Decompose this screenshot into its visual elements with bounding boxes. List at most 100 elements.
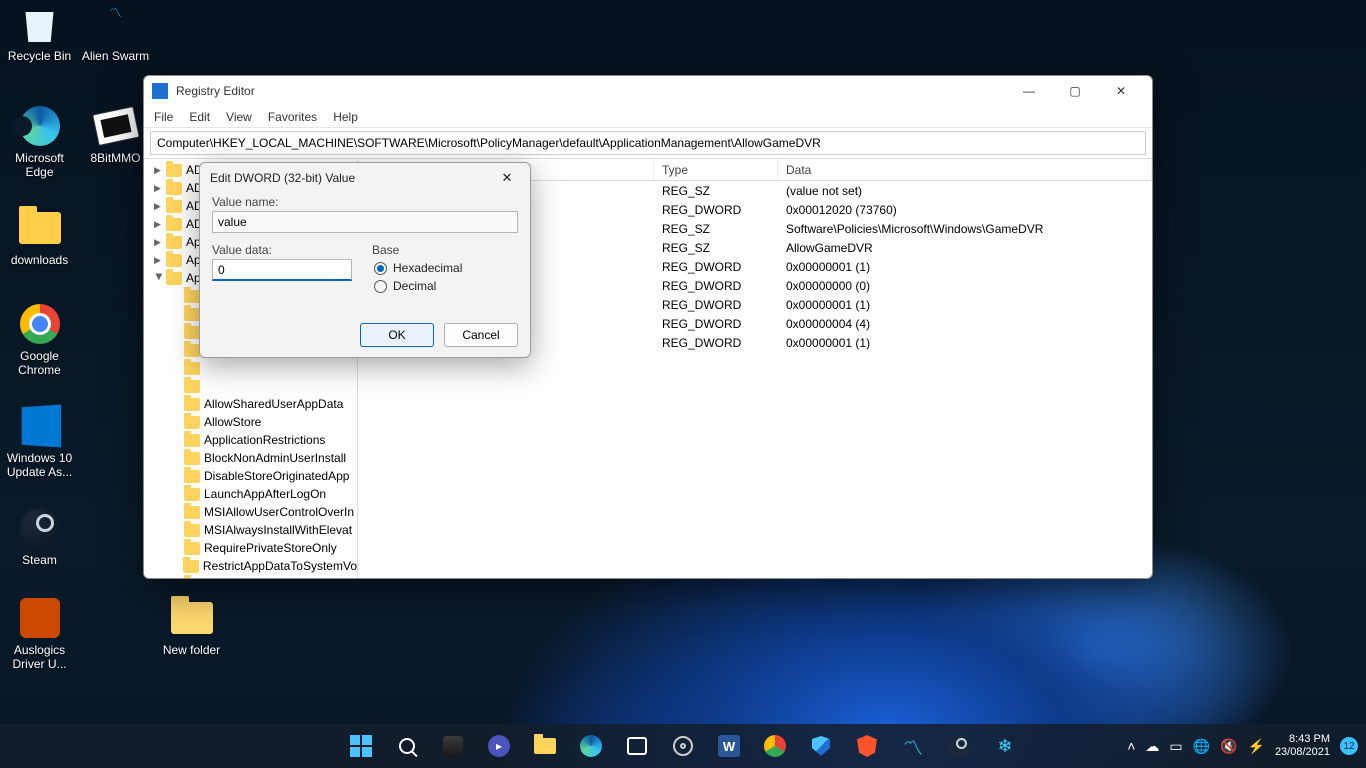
network-icon[interactable]: 🌐	[1193, 738, 1210, 755]
desktop-icon-microsoft-edge[interactable]: Microsoft Edge	[2, 104, 77, 179]
alien-swarm-button[interactable]: 〽	[894, 727, 932, 765]
maximize-button[interactable]: ▢	[1052, 76, 1098, 106]
key-folder-icon	[184, 524, 200, 537]
tree-key[interactable]: ▶	[144, 377, 357, 395]
steam-button[interactable]	[940, 727, 978, 765]
value-name-label: Value name:	[212, 195, 518, 209]
tree-key-label: AllowSharedUserAppData	[204, 397, 343, 411]
word-button[interactable]: W	[710, 727, 748, 765]
expand-chevron-icon[interactable]: ▶	[154, 219, 164, 230]
key-folder-icon	[184, 452, 200, 465]
key-folder-icon	[184, 362, 200, 375]
volume-icon[interactable]: 🔇	[1220, 738, 1237, 755]
security-button[interactable]	[802, 727, 840, 765]
value-type: REG_SZ	[654, 241, 778, 255]
onedrive-icon[interactable]: ☁	[1145, 738, 1159, 755]
radio-hexadecimal[interactable]: Hexadecimal	[374, 261, 462, 275]
power-icon[interactable]: ⚡	[1248, 738, 1265, 755]
desktop-icon-new-folder[interactable]: New folder	[154, 596, 229, 657]
tree-key[interactable]: ▶AllowStore	[144, 413, 357, 431]
tree-key[interactable]: ▶MSIAlwaysInstallWithElevat	[144, 521, 357, 539]
col-data[interactable]: Data	[778, 159, 1152, 180]
cancel-button[interactable]: Cancel	[444, 323, 518, 347]
downloads-icon	[18, 206, 62, 250]
store-button[interactable]	[618, 727, 656, 765]
minimize-button[interactable]: —	[1006, 76, 1052, 106]
desktop-icon-8bitmmo[interactable]: 8BitMMO	[78, 104, 153, 165]
tree-key[interactable]: ▶ApplicationRestrictions	[144, 431, 357, 449]
menu-favorites[interactable]: Favorites	[268, 110, 317, 124]
tree-key[interactable]: ▶BlockNonAdminUserInstall	[144, 449, 357, 467]
desktop-icon-label: Recycle Bin	[8, 49, 71, 63]
base-label: Base	[372, 243, 462, 257]
key-folder-icon	[184, 416, 200, 429]
close-button[interactable]: ✕	[1098, 76, 1144, 106]
tree-key[interactable]: ▶	[144, 359, 357, 377]
chat-button[interactable]: ▸	[480, 727, 518, 765]
window-title: Registry Editor	[176, 84, 255, 98]
regedit-icon	[152, 83, 168, 99]
radio-decimal[interactable]: Decimal	[374, 279, 462, 293]
desktop-icon-recycle-bin[interactable]: Recycle Bin	[2, 2, 77, 63]
value-data: 0x00000001 (1)	[778, 336, 1152, 350]
brave-button[interactable]	[848, 727, 886, 765]
address-bar[interactable]	[150, 131, 1146, 155]
value-type: REG_DWORD	[654, 298, 778, 312]
microsoft-edge-icon	[18, 104, 62, 148]
desktop-icon-alien-swarm[interactable]: 〽Alien Swarm	[78, 2, 153, 63]
key-folder-icon	[184, 344, 200, 357]
expand-chevron-icon[interactable]: ▶	[154, 183, 164, 194]
tree-key[interactable]: ▶MSIAllowUserControlOverIn	[144, 503, 357, 521]
task-view-button[interactable]	[434, 727, 472, 765]
desktop-icon-steam[interactable]: Steam	[2, 506, 77, 567]
col-type[interactable]: Type	[654, 159, 778, 180]
value-type: REG_DWORD	[654, 260, 778, 274]
tree-key[interactable]: ▶RequirePrivateStoreOnly	[144, 539, 357, 557]
tree-key[interactable]: ▶AllowSharedUserAppData	[144, 395, 357, 413]
file-explorer-button[interactable]	[526, 727, 564, 765]
key-folder-icon	[166, 164, 182, 177]
desktop-icon-google-chrome[interactable]: Google Chrome	[2, 302, 77, 377]
tray-chevron-icon[interactable]: ˄	[1127, 738, 1135, 754]
menu-help[interactable]: Help	[333, 110, 358, 124]
desktop-icon-downloads[interactable]: downloads	[2, 206, 77, 267]
system-tray[interactable]: ˄ ☁ ▭ 🌐 🔇 ⚡	[1127, 738, 1265, 755]
auslogics-icon	[18, 596, 62, 640]
expand-chevron-icon[interactable]: ▶	[154, 255, 164, 266]
edge-button[interactable]	[572, 727, 610, 765]
desktop-icon-label: Steam	[22, 553, 57, 567]
tree-key[interactable]: ▶RestrictAppDataToSystemVo	[144, 557, 357, 575]
notification-badge[interactable]: 12	[1340, 737, 1358, 755]
tree-key[interactable]: ▶LaunchAppAfterLogOn	[144, 485, 357, 503]
tree-key[interactable]: ▶DisableStoreOriginatedApp	[144, 467, 357, 485]
expand-chevron-icon[interactable]: ▶	[154, 165, 164, 176]
new-folder-icon	[170, 596, 214, 640]
taskbar-clock[interactable]: 8:43 PM 23/08/2021	[1275, 733, 1330, 759]
menu-view[interactable]: View	[226, 110, 252, 124]
expand-chevron-icon[interactable]: ▶	[154, 201, 164, 212]
desktop-icon-win10-update[interactable]: Windows 10 Update As...	[2, 404, 77, 479]
value-name-field[interactable]	[212, 211, 518, 233]
battery-icon[interactable]: ▭	[1169, 738, 1182, 755]
chrome-button[interactable]	[756, 727, 794, 765]
menu-edit[interactable]: Edit	[189, 110, 210, 124]
taskbar: ▸ W 〽 ❄ ˄ ☁ ▭ 🌐 🔇 ⚡ 8:43 PM 23/08/2021 1…	[0, 724, 1366, 768]
menu-file[interactable]: File	[154, 110, 173, 124]
expand-chevron-icon[interactable]: ▶	[154, 237, 164, 248]
tree-key-label: RequirePrivateStoreOnly	[204, 541, 337, 555]
tree-key-label: RestrictAppDataToSystemVo	[203, 559, 357, 573]
start-button[interactable]	[342, 727, 380, 765]
dialog-close-button[interactable]: ✕	[494, 165, 520, 191]
search-button[interactable]	[388, 727, 426, 765]
value-type: REG_DWORD	[654, 203, 778, 217]
value-data-field[interactable]	[212, 259, 352, 281]
tree-key[interactable]: ▶RestrictAppToSystemVolum	[144, 575, 357, 578]
key-folder-icon	[184, 578, 200, 579]
desktop-icon-auslogics[interactable]: Auslogics Driver U...	[2, 596, 77, 671]
acrylic-button[interactable]: ❄	[986, 727, 1024, 765]
expand-chevron-icon[interactable]: ▶	[154, 273, 165, 283]
tree-key-label: MSIAllowUserControlOverIn	[204, 505, 354, 519]
ok-button[interactable]: OK	[360, 323, 434, 347]
settings-button[interactable]	[664, 727, 702, 765]
titlebar[interactable]: Registry Editor — ▢ ✕	[144, 76, 1152, 106]
